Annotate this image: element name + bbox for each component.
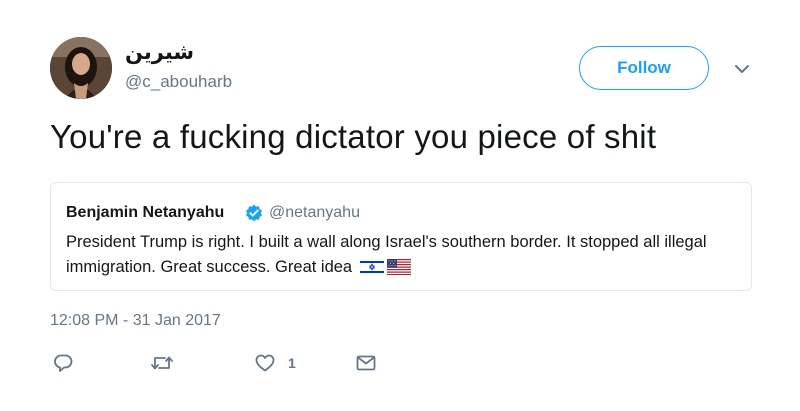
heart-icon bbox=[254, 352, 276, 374]
like-count: 1 bbox=[288, 355, 296, 371]
quoted-tweet-card[interactable]: Benjamin Netanyahu @netanyahu President … bbox=[50, 182, 752, 291]
tweet-timestamp[interactable]: 12:08 PM - 31 Jan 2017 bbox=[50, 312, 221, 330]
direct-message-button[interactable] bbox=[355, 352, 377, 374]
reply-icon bbox=[52, 352, 74, 374]
verified-badge-icon bbox=[245, 204, 263, 222]
envelope-icon bbox=[355, 352, 377, 374]
retweet-button[interactable] bbox=[150, 352, 174, 374]
retweet-icon bbox=[150, 352, 174, 374]
avatar[interactable] bbox=[50, 37, 112, 99]
author-handle[interactable]: @c_abouharb bbox=[125, 72, 232, 92]
quoted-author-name: Benjamin Netanyahu bbox=[66, 204, 225, 221]
like-button[interactable]: 1 bbox=[254, 352, 296, 374]
tweet-text: You're a fucking dictator you piece of s… bbox=[50, 118, 657, 155]
author-display-name[interactable]: شيرين bbox=[125, 40, 194, 65]
israel-flag-icon bbox=[359, 258, 384, 283]
reply-button[interactable] bbox=[52, 352, 74, 374]
usa-flag-icon bbox=[386, 258, 411, 283]
quoted-tweet-text-block: President Trump is right. I built a wall… bbox=[66, 230, 736, 283]
follow-button[interactable]: Follow bbox=[579, 46, 709, 90]
quoted-author-handle: @netanyahu bbox=[269, 204, 360, 221]
chevron-down-icon[interactable] bbox=[733, 62, 751, 74]
